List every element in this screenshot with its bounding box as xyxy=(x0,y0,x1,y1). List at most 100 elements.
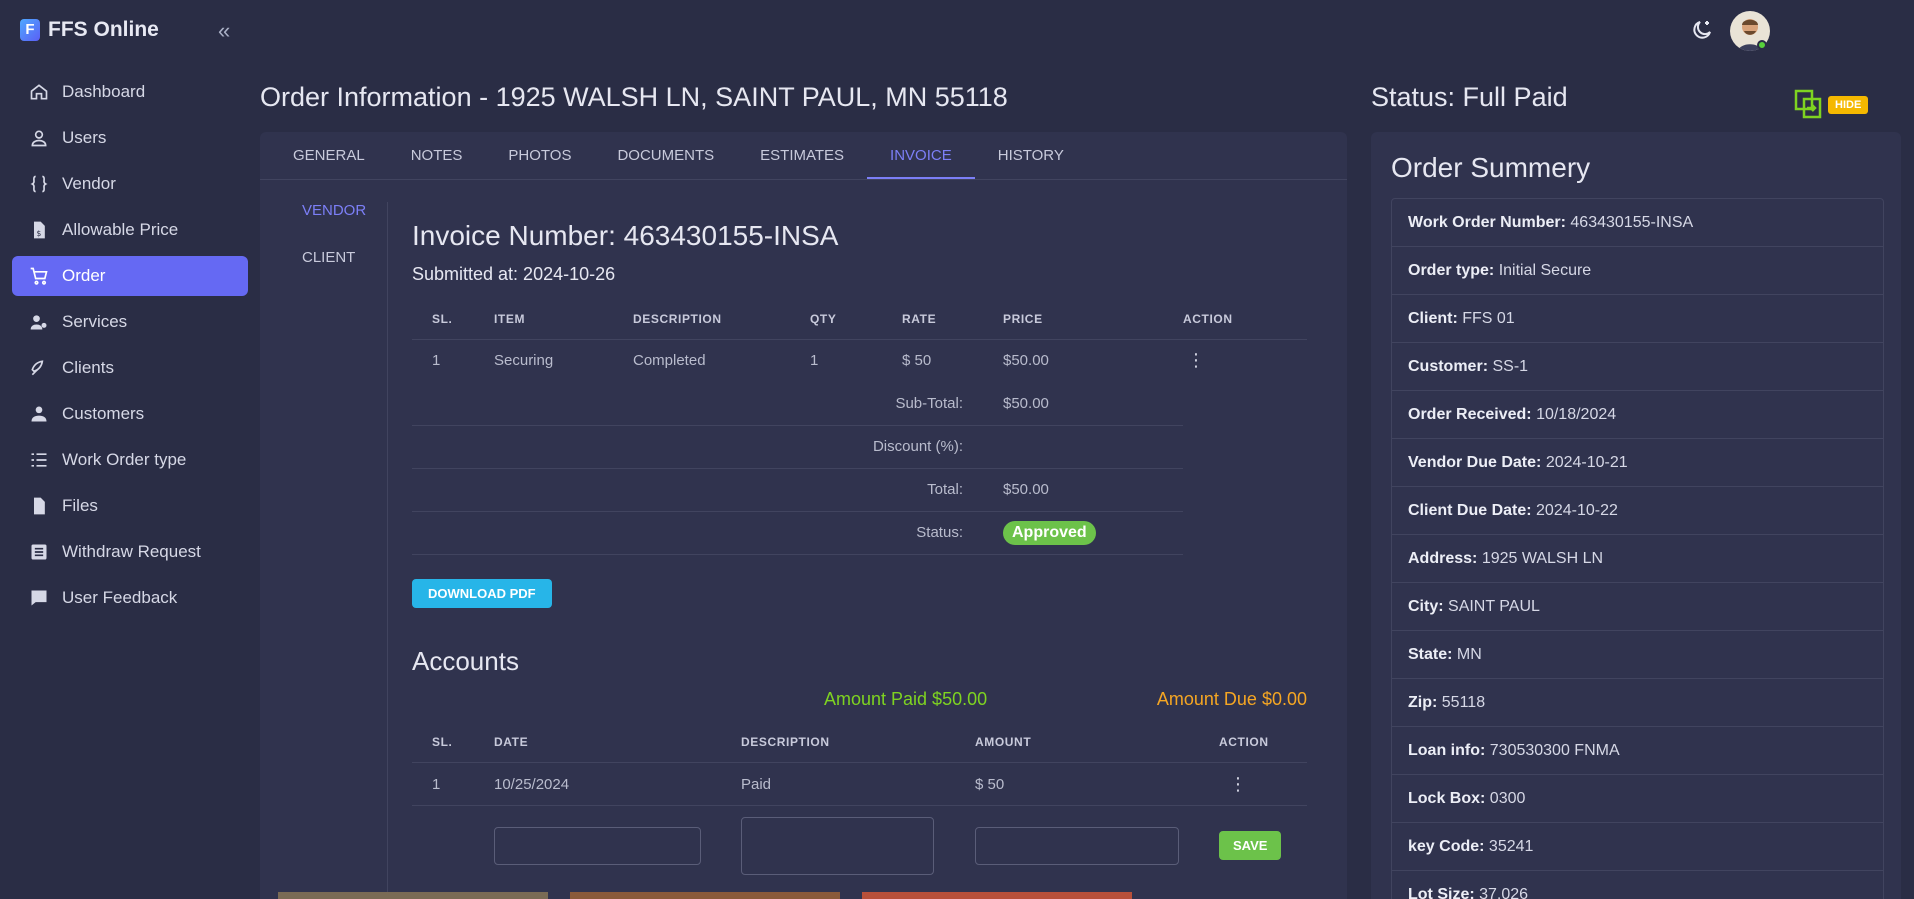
amount-input[interactable] xyxy=(975,826,1179,865)
field-label: State xyxy=(1408,646,1448,663)
discount-row: Discount (%): xyxy=(412,425,1307,469)
tab-invoice[interactable]: INVOICE xyxy=(867,132,975,179)
sidebar-item-customers[interactable]: Customers xyxy=(12,394,248,434)
sidebar-item-files[interactable]: Files xyxy=(12,486,248,526)
field-value: 37,026 xyxy=(1479,886,1529,899)
page-title: Order Information - 1925 WALSH LN, SAINT… xyxy=(260,82,1008,112)
field-value: SS-1 xyxy=(1492,358,1529,375)
sidebar-item-withdraw-request[interactable]: Withdraw Request xyxy=(12,532,248,572)
field-label: Address xyxy=(1408,550,1473,567)
sidebar-item-label: User Feedback xyxy=(62,588,178,607)
sidebar-item-dashboard[interactable]: Dashboard xyxy=(12,72,248,112)
sidebar-item-vendor[interactable]: Vendor xyxy=(12,164,248,204)
field-value: MN xyxy=(1456,646,1482,663)
tab-documents[interactable]: DOCUMENTS xyxy=(594,132,737,179)
summary-item: Order Received: 10/18/2024 xyxy=(1392,391,1883,439)
field-label: Customer xyxy=(1408,358,1483,375)
dark-mode-moon-icon[interactable] xyxy=(1690,18,1714,42)
col-header: DATE xyxy=(494,722,741,763)
sidebar-item-work-order-type[interactable]: Work Order type xyxy=(12,440,248,480)
braces-icon xyxy=(28,173,50,195)
tab-photos[interactable]: PHOTOS xyxy=(485,132,594,179)
accounts-table: SL. DATE DESCRIPTION AMOUNT ACTION 1 10/… xyxy=(412,722,1307,886)
field-label: Work Order Number xyxy=(1408,214,1561,231)
sidebar-item-label: Customers xyxy=(62,404,145,423)
status-title: Status: Full Paid xyxy=(1371,82,1568,112)
description-textarea[interactable] xyxy=(741,816,934,875)
sidebar-item-label: Withdraw Request xyxy=(62,542,201,561)
row-actions-menu-icon[interactable]: ⋮ xyxy=(1219,774,1247,794)
status-row: Status: Approved xyxy=(412,511,1307,555)
photo-thumbnail[interactable] xyxy=(570,892,840,899)
table-row: 1 10/25/2024 Paid $ 50 ⋮ xyxy=(412,762,1307,806)
tab-notes[interactable]: NOTES xyxy=(388,132,486,179)
field-label: Client Due Date xyxy=(1408,502,1527,519)
row-actions-menu-icon[interactable]: ⋮ xyxy=(1183,350,1205,370)
field-value: FFS 01 xyxy=(1462,310,1515,327)
sidebar-item-label: Order xyxy=(62,266,106,285)
field-value: 2024-10-22 xyxy=(1536,502,1618,519)
sidebar-item-order[interactable]: Order xyxy=(12,256,248,296)
collapse-sidebar-icon[interactable]: « xyxy=(218,18,230,44)
discount-value xyxy=(1003,425,1183,469)
field-value: 10/18/2024 xyxy=(1536,406,1617,423)
date-input[interactable] xyxy=(494,826,701,865)
photo-thumbnail[interactable] xyxy=(862,892,1132,899)
tab-history[interactable]: HISTORY xyxy=(975,132,1087,179)
submitted-date: Submitted at: 2024-10-26 xyxy=(412,264,616,284)
status-label: Status: xyxy=(412,511,1003,555)
field-value: 730530300 FNMA xyxy=(1489,742,1620,759)
summary-item: Customer: SS-1 xyxy=(1392,343,1883,391)
summary-item: key Code: 35241 xyxy=(1392,823,1883,871)
sidebar-item-services[interactable]: Services xyxy=(12,302,248,342)
col-header: ACTION xyxy=(1219,722,1307,763)
clients-icon xyxy=(28,357,50,379)
sidebar-item-clients[interactable]: Clients xyxy=(12,348,248,388)
subtab-vendor[interactable]: VENDOR xyxy=(302,202,387,219)
summary-item: Order type: Initial Secure xyxy=(1392,247,1883,295)
home-icon xyxy=(28,81,50,103)
tab-general[interactable]: GENERAL xyxy=(270,132,388,179)
photo-thumbnail[interactable] xyxy=(278,892,548,899)
field-value: 55118 xyxy=(1441,694,1486,711)
summary-item: Zip: 55118 xyxy=(1392,679,1883,727)
brand[interactable]: F FFS Online xyxy=(20,18,159,42)
sidebar-item-user-feedback[interactable]: User Feedback xyxy=(12,578,248,618)
save-button[interactable]: SAVE xyxy=(1219,831,1282,861)
discount-label: Discount (%): xyxy=(412,425,1003,469)
order-summary-card: Order Summery Work Order Number: 4634301… xyxy=(1371,132,1901,899)
status-badge: Approved xyxy=(1003,520,1096,545)
summary-item: Lock Box: 0300 xyxy=(1392,775,1883,823)
col-header: DESCRIPTION xyxy=(633,299,810,340)
hide-button[interactable]: HIDE xyxy=(1828,96,1869,114)
sidebar-item-allowable-price[interactable]: $ Allowable Price xyxy=(12,210,248,250)
photo-thumbnails-strip xyxy=(278,892,1132,899)
user-icon xyxy=(28,127,50,149)
field-label: key Code xyxy=(1408,838,1480,855)
summary-title: Order Summery xyxy=(1391,152,1591,183)
summary-list: Work Order Number: 463430155-INSA Order … xyxy=(1391,198,1884,899)
accounts-title: Accounts xyxy=(412,645,519,676)
sidebar-item-users[interactable]: Users xyxy=(12,118,248,158)
cart-icon xyxy=(28,265,50,287)
sidebar-item-label: Dashboard xyxy=(62,82,146,101)
field-label: Client xyxy=(1408,310,1453,327)
list-box-icon xyxy=(28,541,50,563)
subtotal-row: Sub-Total: $50.00 xyxy=(412,382,1307,426)
invoice-number: Invoice Number: 463430155-INSA xyxy=(412,220,839,251)
subtab-client[interactable]: CLIENT xyxy=(302,249,387,266)
page-scrollbar[interactable] xyxy=(1904,0,1914,899)
hide-toggle[interactable]: HIDE xyxy=(1794,89,1869,121)
panel-toggle-icon[interactable] xyxy=(1794,89,1824,121)
invoice-subtabs: VENDOR CLIENT xyxy=(260,202,388,899)
sidebar-item-label: Services xyxy=(62,312,128,331)
subtotal-value: $50.00 xyxy=(1003,382,1183,426)
sidebar-item-label: Files xyxy=(62,496,98,515)
sidebar-item-label: Work Order type xyxy=(62,450,187,469)
field-value: 2024-10-21 xyxy=(1545,454,1628,471)
subtotal-label: Sub-Total: xyxy=(412,382,1003,426)
download-pdf-button[interactable]: DOWNLOAD PDF xyxy=(412,578,552,608)
list-icon xyxy=(28,449,50,471)
summary-item: Work Order Number: 463430155-INSA xyxy=(1392,199,1883,247)
tab-estimates[interactable]: ESTIMATES xyxy=(737,132,867,179)
